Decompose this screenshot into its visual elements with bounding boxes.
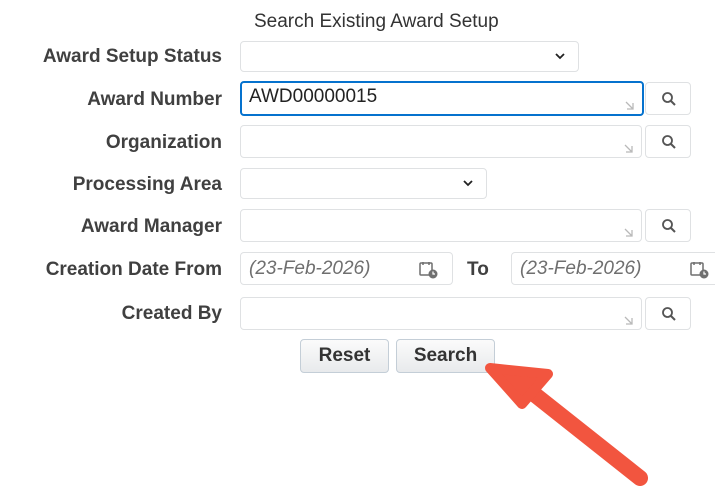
organization-search-button[interactable]: [645, 125, 691, 158]
resize-corner-icon: [624, 316, 633, 325]
award-manager-input[interactable]: [240, 209, 642, 242]
award-manager-search-button[interactable]: [645, 209, 691, 242]
search-icon: [662, 307, 676, 321]
award-number-value: AWD00000015: [249, 86, 378, 107]
organization-input[interactable]: [240, 125, 642, 158]
creation-date-from-input[interactable]: (23-Feb-2026): [240, 252, 453, 285]
resize-corner-icon: [624, 144, 633, 153]
processing-area-label: Processing Area: [72, 174, 222, 195]
page-title: Search Existing Award Setup: [254, 11, 499, 32]
search-icon: [662, 135, 676, 149]
creation-date-from-placeholder: (23-Feb-2026): [249, 258, 371, 279]
creation-date-to-input[interactable]: (23-Feb-2026): [511, 252, 715, 285]
award-setup-status-select[interactable]: [240, 41, 579, 72]
creation-date-to-label: To: [467, 259, 489, 280]
search-button[interactable]: Search: [396, 339, 495, 373]
created-by-search-button[interactable]: [645, 297, 691, 330]
search-icon: [662, 219, 676, 233]
annotation-arrow: [485, 363, 648, 486]
chevron-down-icon: [555, 53, 565, 60]
creation-date-from-label: Creation Date From: [45, 259, 222, 280]
award-number-input[interactable]: AWD00000015: [240, 81, 644, 116]
calendar-icon[interactable]: [419, 261, 439, 279]
created-by-label: Created By: [121, 303, 222, 324]
reset-button[interactable]: Reset: [300, 339, 389, 373]
resize-corner-icon: [625, 101, 634, 110]
award-number-search-button[interactable]: [645, 82, 691, 115]
award-manager-label: Award Manager: [80, 216, 222, 237]
resize-corner-icon: [624, 228, 633, 237]
creation-date-to-placeholder: (23-Feb-2026): [520, 258, 642, 279]
processing-area-select[interactable]: [240, 168, 487, 199]
calendar-icon[interactable]: [690, 261, 710, 279]
search-icon: [662, 92, 676, 106]
chevron-down-icon: [463, 180, 473, 187]
organization-label: Organization: [105, 132, 222, 153]
created-by-input[interactable]: [240, 297, 642, 330]
award-number-label: Award Number: [87, 89, 222, 110]
award-setup-status-label: Award Setup Status: [42, 46, 222, 67]
